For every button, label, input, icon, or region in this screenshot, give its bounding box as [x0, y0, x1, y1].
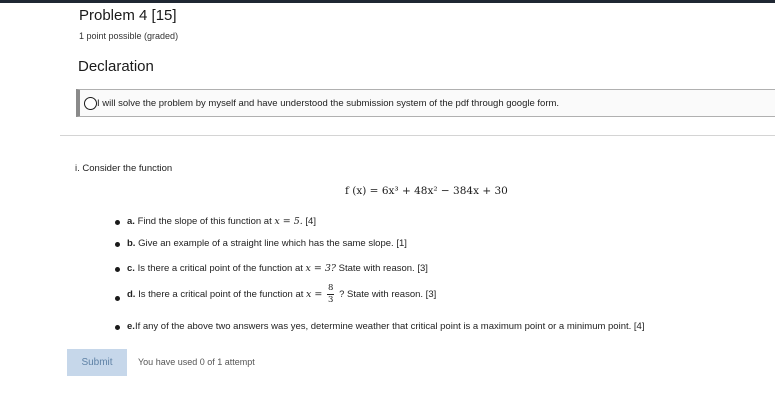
question-letter: e. [127, 321, 135, 332]
points-info: 1 point possible (graded) [79, 31, 179, 41]
declaration-heading: Declaration [78, 58, 154, 75]
problem-intro: i. Consider the function [75, 163, 173, 174]
question-b: b. Give an example of a straight line wh… [127, 238, 407, 249]
question-condition: x = [306, 289, 323, 301]
question-text: Is there a critical point of the functio… [137, 263, 303, 274]
question-text: Give an example of a straight line which… [138, 238, 407, 249]
bullet-icon [115, 242, 120, 247]
question-e: e.If any of the above two answers was ye… [127, 321, 644, 332]
question-text: If any of the above two answers was yes,… [134, 321, 645, 332]
question-marks: State with reason. [3] [338, 263, 428, 274]
attempts-info: You have used 0 of 1 attempt [138, 357, 255, 367]
fraction-numerator: 8 [327, 283, 335, 295]
question-condition: x = 5. [274, 216, 303, 227]
problem-title: Problem 4 [15] [79, 7, 177, 24]
section-divider [60, 135, 775, 136]
declaration-radio-button[interactable] [84, 97, 97, 110]
question-d: d. Is there a critical point of the func… [127, 283, 436, 306]
question-letter: a. [127, 216, 135, 227]
formula-lhs: f (x) = [345, 185, 382, 197]
submit-button[interactable]: Submit [67, 349, 127, 376]
question-letter: d. [127, 289, 136, 301]
declaration-option-label[interactable]: I will solve the problem by myself and h… [97, 98, 559, 109]
bullet-icon [115, 325, 120, 330]
question-letter: b. [127, 238, 136, 249]
function-formula: f (x) = 6x³ + 48x² − 384x + 30 [345, 185, 508, 197]
question-letter: c. [127, 263, 135, 274]
bullet-icon [115, 296, 120, 301]
question-text: Is there a critical point of the functio… [138, 289, 304, 301]
question-marks: ? State with reason. [3] [339, 289, 437, 301]
question-marks: [4] [305, 216, 316, 227]
question-a: a. Find the slope of this function at x … [127, 216, 316, 227]
formula-rhs: 6x³ + 48x² − 384x + 30 [381, 185, 508, 197]
bullet-icon [115, 220, 120, 225]
question-c: c. Is there a critical point of the func… [127, 263, 428, 274]
question-condition: x = 3? [305, 263, 337, 274]
question-text: Find the slope of this function at [137, 216, 272, 227]
bullet-icon [115, 267, 120, 272]
top-bar [0, 0, 775, 3]
fraction: 8 3 [327, 283, 335, 306]
fraction-denominator: 3 [328, 295, 334, 305]
